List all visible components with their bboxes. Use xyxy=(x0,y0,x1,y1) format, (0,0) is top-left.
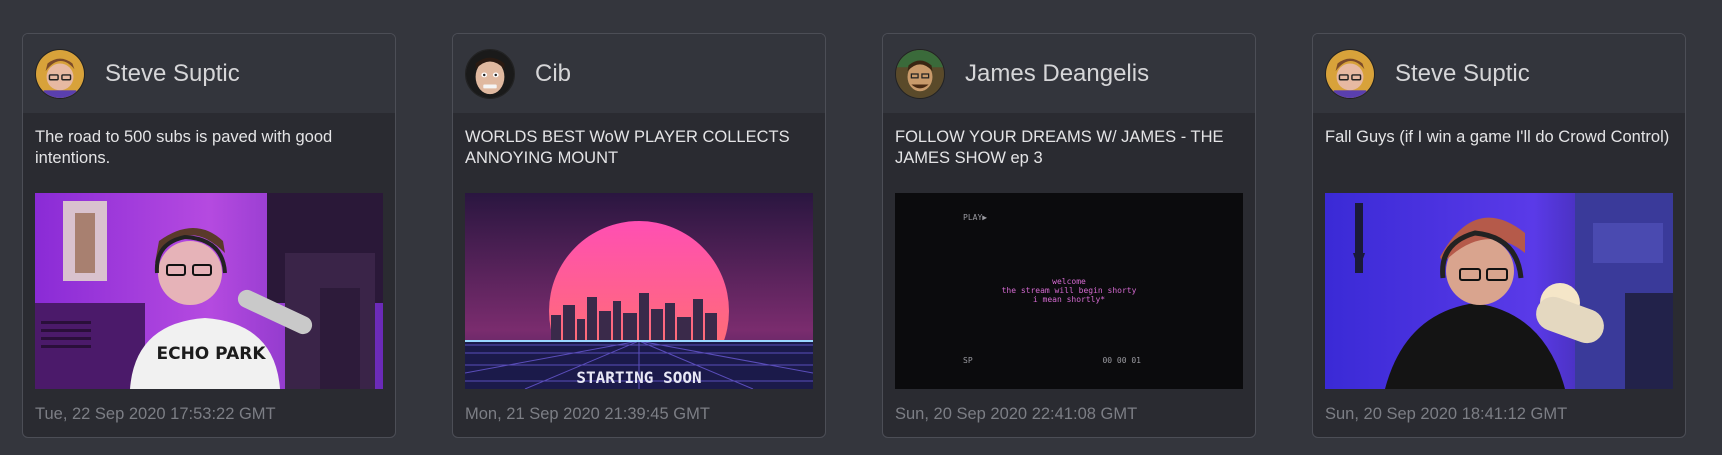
card-header: Steve Suptic xyxy=(1313,34,1685,113)
stream-card[interactable]: Steve Suptic The road to 500 subs is pav… xyxy=(22,33,396,438)
avatar xyxy=(35,48,85,99)
stream-timestamp: Mon, 21 Sep 2020 21:39:45 GMT xyxy=(465,405,710,423)
begin-line: the stream will begin shorty xyxy=(1001,286,1137,295)
streamer-name[interactable]: Steve Suptic xyxy=(1395,60,1530,88)
stream-card-grid: Steve Suptic The road to 500 subs is pav… xyxy=(0,0,1722,455)
stream-card[interactable]: James Deangelis FOLLOW YOUR DREAMS W/ JA… xyxy=(882,33,1256,438)
stream-thumbnail[interactable] xyxy=(1325,193,1673,389)
streamer-name[interactable]: Cib xyxy=(535,60,571,88)
shirt-text: ECHO PARK xyxy=(156,344,266,364)
streamer-name[interactable]: Steve Suptic xyxy=(105,60,240,88)
timecode: 00 00 01 xyxy=(1102,356,1141,365)
stream-title: FOLLOW YOUR DREAMS W/ JAMES - THE JAMES … xyxy=(895,128,1224,167)
streamer-name[interactable]: James Deangelis xyxy=(965,60,1149,88)
overlay-text: STARTING SOON xyxy=(576,368,701,387)
card-header: James Deangelis xyxy=(883,34,1255,113)
stream-title: Fall Guys (if I win a game I'll do Crowd… xyxy=(1325,128,1670,146)
stream-thumbnail[interactable]: PLAY▶ welcome the stream will begin shor… xyxy=(895,193,1243,389)
avatar xyxy=(895,48,945,99)
stream-timestamp: Sun, 20 Sep 2020 18:41:12 GMT xyxy=(1325,405,1568,423)
card-header: Cib xyxy=(453,34,825,113)
stream-title: WORLDS BEST WoW PLAYER COLLECTS ANNOYING… xyxy=(465,128,790,167)
stream-card[interactable]: Cib WORLDS BEST WoW PLAYER COLLECTS ANNO… xyxy=(452,33,826,438)
stream-title: The road to 500 subs is paved with good … xyxy=(35,128,333,167)
play-label: PLAY▶ xyxy=(963,213,988,222)
avatar xyxy=(1325,48,1375,99)
avatar xyxy=(465,48,515,99)
stream-timestamp: Tue, 22 Sep 2020 17:53:22 GMT xyxy=(35,405,276,423)
welcome-line: welcome xyxy=(1052,277,1086,286)
stream-timestamp: Sun, 20 Sep 2020 22:41:08 GMT xyxy=(895,405,1138,423)
sp-label: SP xyxy=(963,356,973,365)
stream-card[interactable]: Steve Suptic Fall Guys (if I win a game … xyxy=(1312,33,1686,438)
shortly-line: i mean shortly* xyxy=(1032,295,1106,304)
stream-thumbnail[interactable]: ECHO PARK xyxy=(35,193,383,389)
card-header: Steve Suptic xyxy=(23,34,395,113)
stream-thumbnail[interactable]: STARTING SOON xyxy=(465,193,813,389)
